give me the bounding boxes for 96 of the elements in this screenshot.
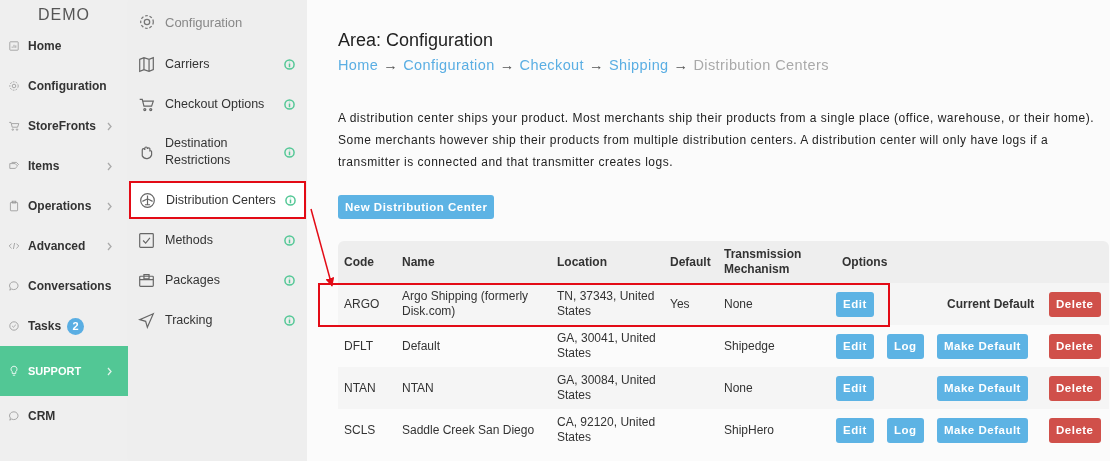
delete-button[interactable]: Delete <box>1049 333 1101 359</box>
table-cell-text: ShipHero <box>723 422 775 438</box>
delete-button[interactable]: Delete <box>1049 417 1101 443</box>
info-icon <box>284 146 295 158</box>
table-cell-text: TN, 37343, United States <box>556 289 656 319</box>
submenu-item[interactable]: Checkout Options <box>130 84 307 124</box>
breadcrumb-separator: → <box>673 57 689 73</box>
cart-icon <box>8 120 20 132</box>
edit-button[interactable]: Edit <box>836 375 874 401</box>
sidebar-item[interactable]: CRM <box>0 396 128 436</box>
submenu-item[interactable]: Destination Restrictions <box>130 124 307 180</box>
chevron-icon <box>106 161 113 171</box>
table-cell-text: NTAN <box>401 380 434 396</box>
sidebar-item[interactable]: Configuration <box>0 66 128 106</box>
package-icon <box>138 271 155 289</box>
edit-button[interactable]: Edit <box>836 333 874 359</box>
sidebar-item[interactable]: Home <box>0 26 128 66</box>
table-cell-text: SCLS <box>343 422 376 438</box>
sidebar-item[interactable]: Conversations <box>0 266 128 306</box>
delete-button[interactable]: Delete <box>1049 291 1101 317</box>
column-header: Default <box>669 254 711 270</box>
check-circle-icon <box>8 320 20 332</box>
info-icon <box>284 234 295 246</box>
sidebar-item[interactable]: StoreFronts <box>0 106 128 146</box>
paper-plane-icon <box>138 311 155 329</box>
column-header: Code <box>343 254 374 270</box>
delete-button[interactable]: Delete <box>1049 375 1101 401</box>
page-title: Area: Configuration <box>338 30 495 51</box>
breadcrumb-separator: → <box>499 57 515 73</box>
chevron-icon <box>106 121 113 131</box>
table-cell-text: None <box>723 380 753 396</box>
chevron-icon <box>106 366 113 376</box>
table-cell-text: GA, 30084, United States <box>556 373 657 403</box>
make-default-button[interactable]: Make Default <box>937 417 1028 443</box>
table-cell-text: Default <box>401 338 441 354</box>
info-icon <box>285 194 296 206</box>
submenu-item[interactable]: Tracking <box>130 300 307 340</box>
new-distribution-center-button[interactable]: New Distribution Center <box>338 195 495 219</box>
chat-bubble-icon <box>8 280 20 292</box>
description-text: A distribution center ships your product. Most merchants ship their products from a single place (office, warehouse, or their home). Some merchants however ship their products from multiple distribution centers. A distribution center will only have logs if a transmitter is connected and that transmitter creates logs. <box>338 110 1096 171</box>
submenu-item[interactable]: Methods <box>130 220 307 260</box>
log-button[interactable]: Log <box>887 333 924 359</box>
edit-button[interactable]: Edit <box>836 291 874 317</box>
map-icon <box>138 55 155 73</box>
chevron-icon <box>106 241 113 251</box>
brand-logo: DEMO <box>37 5 91 25</box>
table-cell-text: DFLT <box>343 338 374 354</box>
chevron-icon <box>106 201 113 211</box>
column-header: Name <box>401 254 435 270</box>
table-cell-text: Saddle Creek San Diego <box>401 422 535 438</box>
info-icon <box>284 58 295 70</box>
table-cell-text: GA, 30041, United States <box>556 331 657 361</box>
column-header: Location <box>556 254 607 270</box>
breadcrumb-link[interactable]: Shipping <box>608 57 669 73</box>
settings-icon <box>138 13 156 31</box>
breadcrumb-link[interactable]: Distribution Centers <box>693 57 829 73</box>
make-default-button[interactable]: Make Default <box>937 333 1028 359</box>
chart-icon <box>8 40 20 52</box>
table-cell-text: CA, 92120, United States <box>556 415 657 445</box>
make-default-button[interactable]: Make Default <box>937 375 1028 401</box>
tag-icon <box>8 160 20 172</box>
breadcrumb-separator: → <box>383 57 399 73</box>
info-icon <box>284 98 295 110</box>
submenu-title: Configuration <box>165 14 243 30</box>
breadcrumb-link[interactable]: Home <box>338 57 379 73</box>
table-cell-text: None <box>723 296 753 312</box>
table-cell-text: Yes <box>669 296 690 312</box>
table-cell-text: Shipedge <box>723 338 775 354</box>
code-icon <box>8 240 20 252</box>
checkbox-icon <box>138 231 155 249</box>
breadcrumb-separator: → <box>589 57 604 73</box>
column-header: Options <box>841 254 888 270</box>
log-button[interactable]: Log <box>887 417 924 443</box>
breadcrumb-link[interactable]: Configuration <box>403 57 495 73</box>
sidebar-item[interactable]: Advanced <box>0 226 128 266</box>
sidebar-item[interactable]: Tasks 2 <box>0 306 128 346</box>
table-cell-text: NTAN <box>343 380 376 396</box>
breadcrumb-link[interactable]: Checkout <box>519 57 584 73</box>
clipboard-icon <box>8 200 20 212</box>
settings-icon <box>8 80 20 92</box>
submenu-item[interactable]: Packages <box>130 260 307 300</box>
lightbulb-icon <box>8 365 20 377</box>
info-icon <box>284 314 295 326</box>
count-badge: 2 <box>67 317 85 335</box>
plane-circle-icon <box>139 191 156 209</box>
table-cell-text: Argo Shipping (formerly Disk.com) <box>401 289 530 319</box>
submenu-item[interactable]: Carriers <box>130 44 307 84</box>
sidebar-item[interactable]: Items <box>0 146 128 186</box>
sidebar-item[interactable]: Operations <box>0 186 128 226</box>
current-default-label: Current Default <box>946 296 1035 312</box>
edit-button[interactable]: Edit <box>836 417 874 443</box>
column-header: Transmission Mechanism <box>723 247 803 277</box>
table-cell-text: ARGO <box>343 296 380 312</box>
info-icon <box>284 274 295 286</box>
submenu-item[interactable]: Distribution Centers <box>131 183 304 217</box>
chat-bubble-icon <box>8 410 20 422</box>
